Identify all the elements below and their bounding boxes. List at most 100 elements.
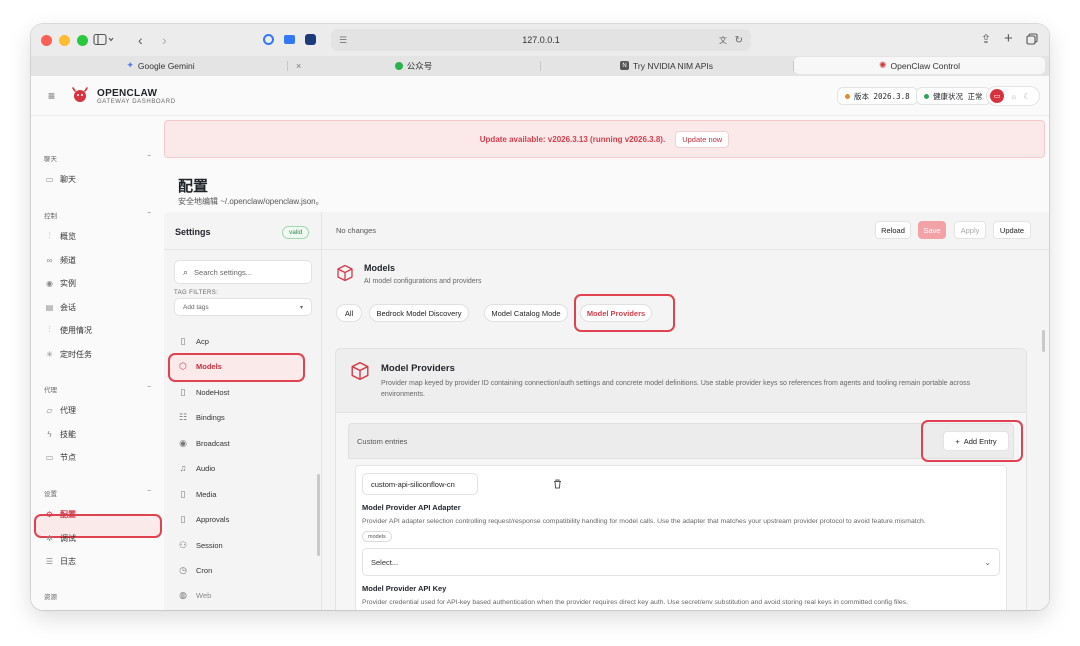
- sidebar-item-channels[interactable]: ∞ 频道: [45, 253, 76, 267]
- app-root: ≡ OPENCLAW GATEWAY DASHBOARD 版本 2026.3.8…: [31, 76, 1049, 610]
- content-scrollbar[interactable]: [1042, 330, 1045, 352]
- chip-model-providers[interactable]: Model Providers: [580, 304, 652, 322]
- cube-icon: [336, 264, 354, 285]
- sidebar-group-chat[interactable]: 聊天 −: [44, 153, 151, 163]
- url-text: 127.0.0.1: [522, 35, 560, 45]
- menu-icon[interactable]: ≡: [48, 89, 55, 103]
- extension-icon[interactable]: [263, 34, 274, 45]
- broadcast-icon: ◉: [179, 438, 187, 448]
- apply-button[interactable]: Apply: [954, 221, 986, 239]
- settings-nav-models[interactable]: ⬡ Models: [178, 361, 222, 372]
- sidebar-item-skills[interactable]: ϟ 技能: [45, 427, 76, 441]
- broadcast-icon: ◉: [46, 278, 53, 288]
- sidebar-item-cron[interactable]: ✳ 定时任务: [45, 347, 92, 361]
- share-icon[interactable]: ⇪: [981, 32, 991, 46]
- collapse-icon[interactable]: −: [147, 488, 151, 498]
- tab-overview-icon[interactable]: [1026, 33, 1038, 45]
- monitor-theme-icon[interactable]: ▭: [990, 89, 1004, 103]
- section-title: Models: [364, 263, 396, 273]
- sidebar-toggle-icon[interactable]: [93, 33, 115, 46]
- custom-entries-label: Custom entries: [357, 437, 408, 446]
- save-button[interactable]: Save: [918, 221, 946, 239]
- sun-icon[interactable]: ☼: [1010, 92, 1017, 101]
- divider: [322, 249, 1049, 250]
- adapter-select[interactable]: Select... ⌄: [362, 548, 1000, 576]
- forward-icon[interactable]: ›: [162, 32, 167, 48]
- sidebar-item-nodes[interactable]: ▭ 节点: [45, 450, 76, 464]
- update-now-button[interactable]: Update now: [675, 130, 730, 148]
- sidebar-item-instances[interactable]: ◉ 实例: [45, 276, 76, 290]
- settings-nav-session[interactable]: ⚇ Session: [178, 540, 223, 551]
- sidebar-item-agents[interactable]: ▱ 代理: [45, 403, 76, 417]
- collapse-icon[interactable]: −: [147, 210, 151, 220]
- tab-wechat[interactable]: 公众号 ×: [287, 57, 539, 74]
- settings-nav-acp[interactable]: ▯ Acp: [178, 336, 209, 347]
- address-bar[interactable]: ☰ 127.0.0.1 ⽂ ↻: [331, 29, 751, 51]
- sidebar-item-chat[interactable]: ▭ 聊天: [45, 172, 76, 186]
- chip-all[interactable]: All: [336, 304, 362, 322]
- health-badge: 健康状况 正常: [916, 87, 991, 105]
- file-icon: ▯: [180, 514, 186, 524]
- sidebar-item-config[interactable]: ⚙ 配置: [45, 507, 76, 521]
- providers-title: Model Providers: [381, 363, 455, 374]
- entry-key-input[interactable]: custom-api-siliconflow-cn: [362, 473, 478, 495]
- nav-label: NodeHost: [196, 388, 230, 397]
- sidebar-group-resources[interactable]: 资源: [44, 591, 151, 601]
- settings-scrollbar[interactable]: [317, 474, 320, 556]
- back-icon[interactable]: ‹: [138, 32, 143, 48]
- settings-nav-approvals[interactable]: ▯ Approvals: [178, 514, 230, 525]
- reload-icon[interactable]: ↻: [735, 35, 743, 46]
- sidebar-group-control[interactable]: 控制 −: [44, 210, 151, 220]
- sidebar-item-overview[interactable]: ⫶ 概览: [45, 229, 77, 243]
- settings-nav-media[interactable]: ▯ Media: [178, 489, 217, 500]
- collapse-icon[interactable]: −: [147, 153, 151, 163]
- sidebar-item-label: 聊天: [60, 174, 76, 184]
- media-extension-icon[interactable]: [284, 35, 295, 44]
- sidebar-group-settings[interactable]: 设置 −: [44, 488, 151, 498]
- tab-openclaw-control[interactable]: ✺ OpenClaw Control: [793, 57, 1045, 74]
- providers-description: Provider map keyed by provider ID contai…: [381, 380, 971, 398]
- sidebar-item-usage[interactable]: ⫶ 使用情况: [45, 323, 93, 337]
- sidebar-item-debug[interactable]: ✲ 调试: [45, 531, 76, 545]
- trash-icon[interactable]: [553, 479, 562, 492]
- close-tab-icon[interactable]: ×: [296, 61, 301, 71]
- settings-nav-nodehost[interactable]: ▯ NodeHost: [178, 387, 230, 398]
- chip-bedrock-model-discovery[interactable]: Bedrock Model Discovery: [369, 304, 469, 322]
- settings-nav-audio[interactable]: ♫ Audio: [178, 463, 216, 473]
- sidebar-item-logs[interactable]: ☰ 日志: [45, 554, 76, 568]
- sidebar-group-agents[interactable]: 代理 −: [44, 384, 151, 394]
- chevron-down-icon: ▾: [299, 304, 303, 311]
- app-extension-icon[interactable]: [305, 34, 316, 45]
- update-button[interactable]: Update: [993, 221, 1031, 239]
- tab-nvidia-nim[interactable]: N Try NVIDIA NIM APIs: [540, 57, 792, 74]
- reload-button[interactable]: Reload: [875, 221, 911, 239]
- page-settings-icon[interactable]: ☰: [339, 35, 347, 46]
- settings-nav-web[interactable]: ◍ Web: [178, 590, 211, 601]
- settings-nav-broadcast[interactable]: ◉ Broadcast: [178, 438, 230, 449]
- sidebar-item-label: 定时任务: [60, 349, 92, 359]
- sidebar-item-label: 配置: [60, 509, 76, 519]
- tab-google-gemini[interactable]: ✦ Google Gemini: [35, 57, 286, 74]
- sidebar-item-sessions[interactable]: ▤ 会话: [45, 300, 76, 314]
- openclaw-icon: ✺: [879, 60, 887, 70]
- add-tags-select[interactable]: Add tags ▾: [174, 298, 312, 316]
- close-window-button[interactable]: [41, 34, 52, 46]
- settings-nav-bindings[interactable]: ☷ Bindings: [178, 412, 225, 423]
- translate-icon[interactable]: ⽂: [719, 35, 727, 46]
- folder-icon: ▱: [46, 405, 53, 415]
- page-title: 配置: [178, 178, 209, 195]
- chip-model-catalog-mode[interactable]: Model Catalog Mode: [484, 304, 568, 322]
- tab-label: 公众号: [406, 60, 433, 71]
- add-entry-button[interactable]: + Add Entry: [943, 431, 1009, 451]
- collapse-icon[interactable]: −: [147, 384, 151, 394]
- minimize-window-button[interactable]: [59, 34, 70, 46]
- settings-search-input[interactable]: ⌕ Search settings...: [174, 260, 312, 284]
- window-controls: [41, 34, 88, 46]
- maximize-window-button[interactable]: [77, 34, 88, 46]
- new-tab-icon[interactable]: +: [1004, 30, 1013, 47]
- group-label: 代理: [44, 387, 57, 394]
- settings-nav-cron[interactable]: ◷ Cron: [178, 565, 212, 576]
- file-icon: ▯: [180, 387, 186, 397]
- theme-toggle[interactable]: ▭ ☼ ☾: [986, 86, 1040, 106]
- moon-icon[interactable]: ☾: [1023, 92, 1030, 101]
